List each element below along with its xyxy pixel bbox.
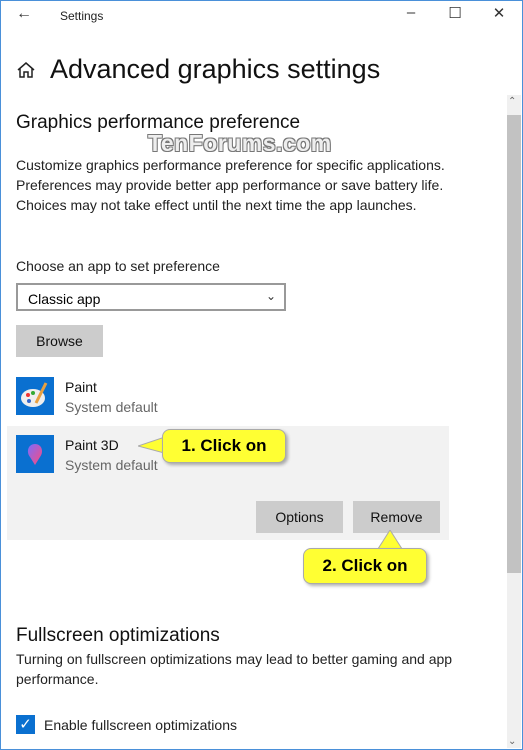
maximize-icon[interactable]: ☐ <box>440 4 470 22</box>
watermark: TenForums.com <box>148 130 332 156</box>
app-item-paint[interactable]: Paint System default <box>16 377 446 421</box>
app-type-dropdown[interactable]: Classic app ⌄ <box>16 283 286 311</box>
window-title: Settings <box>60 9 104 23</box>
fullscreen-checkbox-label[interactable]: Enable fullscreen optimizations <box>44 715 237 735</box>
scrollbar-thumb[interactable] <box>507 115 521 573</box>
choose-app-label: Choose an app to set preference <box>16 258 220 274</box>
scroll-down-icon[interactable]: ⌄ <box>508 736 516 747</box>
home-icon[interactable] <box>16 60 36 80</box>
scroll-up-icon[interactable]: ⌃ <box>508 96 516 107</box>
page-title: Advanced graphics settings <box>50 54 381 84</box>
dropdown-value: Classic app <box>28 291 101 307</box>
fullscreen-heading: Fullscreen optimizations <box>16 625 220 646</box>
callout-step-2: 2. Click on <box>303 548 427 584</box>
graphics-description: Customize graphics performance preferenc… <box>16 157 445 213</box>
callout-step-1: 1. Click on <box>162 429 286 463</box>
browse-button[interactable]: Browse <box>16 325 103 357</box>
app-status: System default <box>65 399 158 415</box>
minimize-icon[interactable]: – <box>396 4 426 21</box>
options-button[interactable]: Options <box>256 501 343 533</box>
paint-3d-app-icon <box>16 435 54 473</box>
chevron-down-icon: ⌄ <box>265 289 276 303</box>
back-arrow-icon[interactable]: ← <box>16 5 32 23</box>
close-icon[interactable]: ✕ <box>484 4 514 22</box>
checkbox-checked-icon[interactable]: ✓ <box>16 715 35 734</box>
app-name: Paint 3D <box>65 437 119 453</box>
fullscreen-description: Turning on fullscreen optimizations may … <box>16 651 453 687</box>
paint-app-icon <box>16 377 54 415</box>
app-name: Paint <box>65 379 97 395</box>
remove-button[interactable]: Remove <box>353 501 440 533</box>
